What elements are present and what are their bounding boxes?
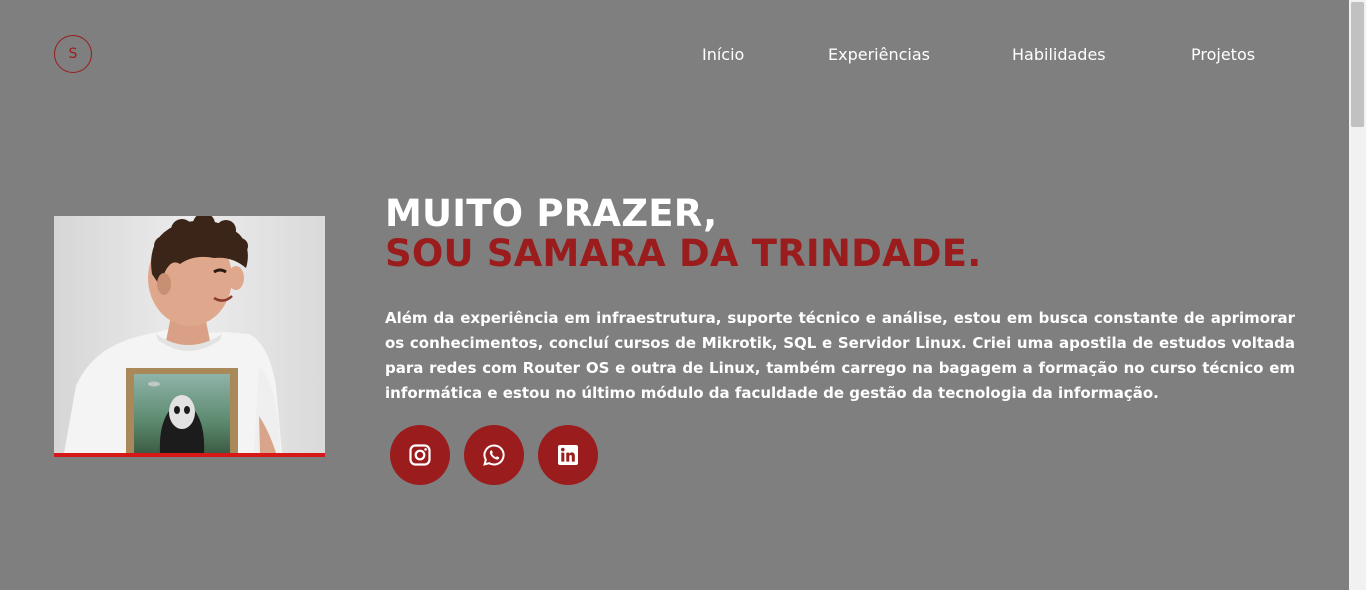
profile-photo [54, 216, 325, 453]
greeting-heading: MUITO PRAZER, [385, 192, 718, 235]
page-scrollbar[interactable] [1349, 0, 1366, 590]
name-heading: SOU SAMARA DA TRINDADE. [385, 232, 982, 275]
nav-item-inicio[interactable]: Início [702, 44, 744, 66]
linkedin-icon [558, 445, 578, 465]
nav-item-projetos[interactable]: Projetos [1191, 44, 1255, 66]
page: S Início Experiências Habilidades Projet… [0, 0, 1349, 590]
scrollbar-thumb[interactable] [1351, 2, 1364, 127]
linkedin-button[interactable] [538, 425, 598, 485]
photo-underline [54, 453, 325, 457]
main-nav: Início Experiências Habilidades Projetos [0, 44, 1349, 66]
instagram-button[interactable] [390, 425, 450, 485]
whatsapp-button[interactable] [464, 425, 524, 485]
whatsapp-icon [483, 444, 505, 466]
about-text: Além da experiência em infraestrutura, s… [385, 309, 1295, 402]
nav-item-habilidades[interactable]: Habilidades [1012, 44, 1106, 66]
instagram-icon [409, 444, 431, 466]
nav-item-experiencias[interactable]: Experiências [828, 44, 930, 66]
